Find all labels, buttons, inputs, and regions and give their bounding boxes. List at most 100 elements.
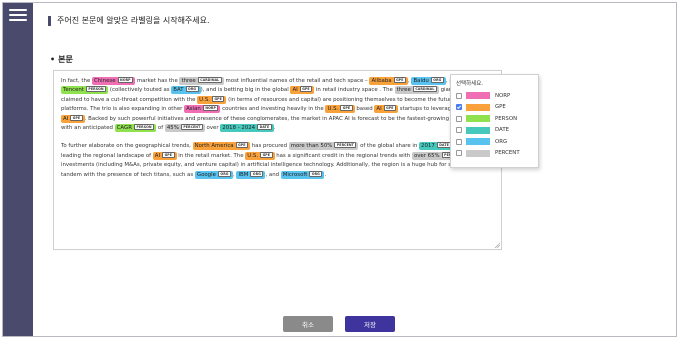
- label-option-percent[interactable]: PERCENT: [456, 148, 533, 160]
- entity-tag: GPE: [162, 151, 175, 158]
- color-swatch: [466, 103, 490, 111]
- entity-text: Google: [196, 171, 216, 178]
- entity-gpe[interactable]: U.S. GPE: [197, 95, 227, 104]
- label-option-norp[interactable]: NORP: [456, 90, 533, 102]
- entity-text: Tencent: [63, 87, 84, 94]
- resize-grip-icon[interactable]: [494, 242, 500, 248]
- entity-org[interactable]: Microsoft ORG: [280, 170, 325, 179]
- checkbox[interactable]: [456, 115, 462, 122]
- entity-text: AI: [63, 115, 69, 122]
- label-option-name: ORG: [495, 138, 508, 145]
- entity-tag: GPE: [211, 95, 225, 102]
- text-body[interactable]: In fact, the Chinese NORP market has the …: [53, 70, 502, 250]
- body-text: in retail industry space . The: [314, 87, 395, 94]
- label-option-gpe[interactable]: GPE: [456, 102, 533, 114]
- entity-date[interactable]: 2017 DATE: [419, 142, 454, 151]
- entity-person[interactable]: Tencent PERSON: [61, 86, 109, 95]
- entity-org[interactable]: Google ORG: [194, 170, 233, 179]
- label-option-person[interactable]: PERSON: [456, 113, 533, 125]
- body-text: In fact, the: [61, 78, 92, 84]
- entity-text: Alibaba: [371, 78, 392, 84]
- label-option-org[interactable]: ORG: [456, 136, 533, 148]
- entity-percent[interactable]: more than 50% PERCENT: [288, 142, 359, 151]
- label-selector-panel: 선택하세요. NORP GPE PERSON DATE ORG PERCENT: [450, 74, 539, 168]
- body-text: in the retail market. The: [176, 152, 246, 159]
- labeling-window: 주어진 본문에 알맞은 라벨링을 시작해주세요. • 본문 In fact, th…: [2, 2, 677, 337]
- checkbox[interactable]: [456, 104, 462, 111]
- instruction-heading: 주어진 본문에 알맞은 라벨링을 시작해주세요.: [48, 15, 210, 26]
- label-option-name: NORP: [495, 92, 511, 99]
- menu-icon[interactable]: [9, 8, 27, 22]
- entity-cardinal[interactable]: three CARDINAL: [179, 77, 224, 85]
- label-option-name: PERCENT: [495, 150, 520, 157]
- entity-org[interactable]: IBM ORG: [236, 170, 266, 179]
- entity-tag: GPE: [340, 105, 353, 112]
- color-swatch: [466, 126, 490, 134]
- entity-tag: GPE: [260, 151, 273, 158]
- entity-gpe[interactable]: AI GPE: [61, 114, 85, 123]
- entity-tag: ORG: [430, 77, 444, 83]
- entity-text: AI: [376, 106, 382, 113]
- entity-text: IBM: [238, 171, 249, 178]
- entity-tag: GPE: [70, 114, 83, 121]
- entity-text: over 65%: [413, 152, 440, 159]
- entity-gpe[interactable]: U.S. GPE: [245, 151, 275, 160]
- body-text: (in terms of resources and capital) are …: [226, 96, 457, 103]
- entity-org[interactable]: Baidu ORG: [411, 77, 446, 85]
- body-text: of the global share in: [358, 143, 420, 150]
- entity-norp[interactable]: Asian NORP: [184, 105, 221, 114]
- entity-gpe[interactable]: AI GPE: [152, 151, 177, 160]
- entity-gpe[interactable]: North America GPE: [192, 142, 251, 151]
- entity-text: U.S.: [327, 106, 339, 113]
- entity-date[interactable]: 2018 - 2024 DATE: [220, 124, 274, 133]
- body-text: To further elaborate on the geographical…: [61, 143, 193, 150]
- body-text: has procured: [250, 143, 289, 150]
- entity-text: AI: [292, 87, 298, 94]
- entity-gpe[interactable]: AI GPE: [290, 86, 315, 95]
- entity-gpe[interactable]: U.S. GPE: [325, 105, 355, 114]
- entity-tag: NORP: [202, 105, 219, 112]
- entity-percent[interactable]: 45% PERCENT: [164, 124, 205, 133]
- entity-text: three: [396, 87, 411, 94]
- section-label-text: 본문: [58, 55, 73, 64]
- label-option-date[interactable]: DATE: [456, 125, 533, 137]
- body-text: based: [354, 106, 375, 113]
- color-swatch: [466, 92, 490, 100]
- heading-marker: [48, 15, 51, 26]
- paragraphs: In fact, the Chinese NORP market has the …: [61, 77, 494, 180]
- entity-tag: PERSON: [133, 124, 155, 131]
- entity-text: more than 50%: [290, 143, 333, 150]
- entity-text: North America: [194, 143, 234, 150]
- entity-person[interactable]: CAGR PERSON: [114, 124, 157, 133]
- checkbox[interactable]: [456, 150, 462, 157]
- body-text: of: [156, 125, 165, 132]
- label-panel-title: 선택하세요.: [456, 81, 484, 87]
- save-button[interactable]: 저장: [345, 316, 395, 332]
- entity-tag: ORG: [217, 170, 231, 177]
- body-text: (collectively touted as: [108, 87, 172, 94]
- body-text: ), and is betting big in the global: [200, 87, 291, 94]
- cancel-button[interactable]: 취소: [283, 316, 333, 332]
- entity-text: three: [181, 78, 196, 84]
- body-text: , and: [265, 171, 281, 178]
- entity-text: 2018 - 2024: [222, 125, 256, 132]
- label-option-name: GPE: [495, 104, 506, 111]
- checkbox[interactable]: [456, 92, 462, 99]
- sidebar: [3, 3, 33, 336]
- entity-gpe[interactable]: Alibaba GPE: [369, 77, 409, 85]
- entity-gpe[interactable]: AI GPE: [374, 105, 399, 114]
- entity-org[interactable]: BAT ORG: [171, 86, 201, 95]
- entity-cardinal[interactable]: three CARDINAL: [394, 86, 439, 95]
- body-text: platforms. The trio is also expanding in…: [61, 106, 185, 113]
- entity-text: U.S.: [199, 96, 210, 103]
- entity-norp[interactable]: Chinese NORP: [92, 77, 136, 85]
- checkbox[interactable]: [456, 127, 462, 134]
- entity-text: AI: [154, 152, 161, 159]
- entity-tag: PERCENT: [180, 124, 203, 131]
- body-text: .: [273, 125, 276, 132]
- body-text: market has the: [135, 78, 180, 84]
- body-text: . Backed by such powerful initiatives an…: [84, 115, 451, 122]
- checkbox[interactable]: [456, 138, 462, 145]
- entity-tag: GPE: [299, 86, 313, 93]
- entity-text: Baidu: [413, 78, 429, 84]
